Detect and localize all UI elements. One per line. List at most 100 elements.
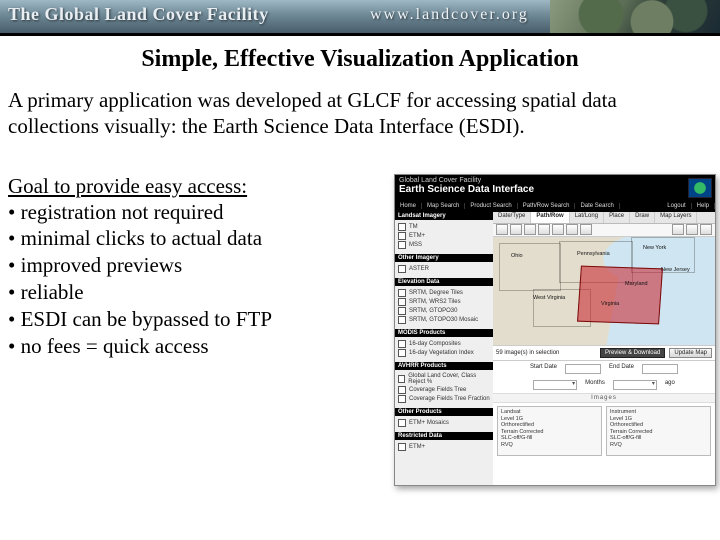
esdi-tabs: Date/Type Path/Row Lat/Long Place Draw M… bbox=[493, 212, 715, 224]
date-form: Start Date End Date bbox=[493, 361, 715, 377]
map-selection-icon bbox=[577, 265, 663, 324]
checkbox-icon bbox=[398, 395, 406, 403]
esdi-header-line2: Earth Science Data Interface bbox=[399, 184, 711, 195]
tab: Draw bbox=[630, 212, 655, 223]
nav-item: Map Search bbox=[422, 203, 465, 209]
images-section-label: Images bbox=[493, 393, 715, 403]
bullet-item: ESDI can be bypassed to FTP bbox=[8, 306, 308, 333]
side-item: 16-day Composites bbox=[409, 341, 461, 347]
goal-heading: Goal to provide easy access: bbox=[8, 174, 308, 199]
side-item: SRTM, GTOPO30 Mosaic bbox=[409, 317, 478, 323]
tool-icon bbox=[510, 224, 522, 235]
checkbox-icon bbox=[398, 307, 406, 315]
tab: Place bbox=[604, 212, 630, 223]
side-section-title: MODIS Products bbox=[395, 329, 493, 337]
preview-download-button: Preview & Download bbox=[600, 348, 665, 358]
banner-title: The Global Land Cover Facility bbox=[8, 4, 269, 25]
bullet-item: improved previews bbox=[8, 252, 308, 279]
checkbox-icon bbox=[398, 443, 406, 451]
side-item: Coverage Fields Tree Fraction bbox=[409, 396, 490, 402]
start-date-label: Start Date bbox=[530, 364, 557, 374]
esdi-map: Ohio Pennsylvania New York West Virginia… bbox=[493, 237, 715, 346]
side-item: TM bbox=[409, 224, 418, 230]
map-label: Pennsylvania bbox=[577, 251, 610, 257]
slide-intro: A primary application was developed at G… bbox=[0, 87, 720, 140]
nav-item: Product Search bbox=[465, 203, 517, 209]
range-label: Months bbox=[585, 380, 605, 390]
checkbox-icon bbox=[398, 349, 406, 357]
tool-icon bbox=[700, 224, 712, 235]
side-item: SRTM, Degree Tiles bbox=[409, 290, 463, 296]
side-section-title: Other Imagery bbox=[395, 254, 493, 262]
tool-icon bbox=[496, 224, 508, 235]
side-item: ETM+ bbox=[409, 444, 425, 450]
start-date-input bbox=[565, 364, 601, 374]
banner-url: www.landcover.org bbox=[370, 6, 529, 24]
esdi-sidebar: Landsat Imagery TM ETM+ MSS Other Imager… bbox=[395, 212, 493, 485]
side-section-title: Other Products bbox=[395, 408, 493, 416]
map-label: West Virginia bbox=[533, 295, 565, 301]
range-form: Months ago bbox=[493, 377, 715, 393]
nav-item: Path/Row Search bbox=[518, 203, 576, 209]
checkbox-icon bbox=[398, 232, 406, 240]
bullet-item: minimal clicks to actual data bbox=[8, 225, 308, 252]
tool-icon bbox=[672, 224, 684, 235]
checkbox-icon bbox=[398, 340, 406, 348]
checkbox-icon bbox=[398, 386, 406, 394]
glcf-logo-icon bbox=[688, 178, 712, 198]
map-label: New Jersey bbox=[661, 267, 690, 273]
side-item: SRTM, WRS2 Tiles bbox=[409, 299, 461, 305]
esdi-main: Date/Type Path/Row Lat/Long Place Draw M… bbox=[493, 212, 715, 485]
goal-block: Goal to provide easy access: registratio… bbox=[0, 174, 308, 486]
side-item: 16-day Vegetation Index bbox=[409, 350, 474, 356]
tab: Date/Type bbox=[493, 212, 531, 223]
goal-bullets: registration not required minimal clicks… bbox=[8, 199, 308, 360]
esdi-toolbar bbox=[493, 224, 715, 237]
bullet-item: reliable bbox=[8, 279, 308, 306]
banner: The Global Land Cover Facility www.landc… bbox=[0, 0, 720, 36]
tool-icon bbox=[538, 224, 550, 235]
side-item: ETM+ Mosaics bbox=[409, 420, 449, 426]
nav-item: Help bbox=[692, 203, 715, 209]
side-section-title: Restricted Data bbox=[395, 432, 493, 440]
checkbox-icon bbox=[398, 265, 406, 273]
esdi-screenshot: Global Land Cover Facility Earth Science… bbox=[394, 174, 716, 486]
map-label: Maryland bbox=[625, 281, 648, 287]
side-item: Coverage Fields Tree bbox=[409, 387, 466, 393]
map-label: New York bbox=[643, 245, 666, 251]
side-item: ASTER bbox=[409, 266, 429, 272]
bullet-item: registration not required bbox=[8, 199, 308, 226]
range-select bbox=[613, 380, 657, 390]
image-meta-box: Instrument Level 1G Orthorectified Terra… bbox=[606, 406, 711, 456]
tab: Path/Row bbox=[531, 212, 569, 223]
checkbox-icon bbox=[398, 298, 406, 306]
update-map-button: Update Map bbox=[669, 348, 712, 358]
checkbox-icon bbox=[398, 419, 406, 427]
esdi-header-line1: Global Land Cover Facility bbox=[399, 177, 711, 184]
tool-icon bbox=[580, 224, 592, 235]
banner-underline bbox=[0, 33, 720, 36]
checkbox-icon bbox=[398, 289, 406, 297]
end-date-input bbox=[642, 364, 678, 374]
checkbox-icon bbox=[398, 241, 406, 249]
checkbox-icon bbox=[398, 375, 405, 383]
selection-count: 59 image(s) in selection bbox=[496, 350, 559, 356]
banner-satellite-image bbox=[550, 0, 720, 36]
side-section-title: Elevation Data bbox=[395, 278, 493, 286]
checkbox-icon bbox=[398, 316, 406, 324]
bullet-item: no fees = quick access bbox=[8, 333, 308, 360]
side-item: Global Land Cover, Class Reject % bbox=[408, 373, 490, 385]
side-section-title: AVHRR Products bbox=[395, 362, 493, 370]
nav-item: Logout bbox=[662, 203, 691, 209]
side-item: MSS bbox=[409, 242, 422, 248]
range-select bbox=[533, 380, 577, 390]
selection-bar: 59 image(s) in selection Preview & Downl… bbox=[493, 346, 715, 361]
end-date-label: End Date bbox=[609, 364, 634, 374]
map-label: Virginia bbox=[601, 301, 619, 307]
nav-item: Date Search bbox=[575, 203, 619, 209]
map-label: Ohio bbox=[511, 253, 523, 259]
image-meta-boxes: Landsat Level 1G Orthorectified Terrain … bbox=[493, 403, 715, 460]
tool-icon bbox=[566, 224, 578, 235]
tool-icon bbox=[686, 224, 698, 235]
slide-title: Simple, Effective Visualization Applicat… bbox=[0, 46, 720, 73]
